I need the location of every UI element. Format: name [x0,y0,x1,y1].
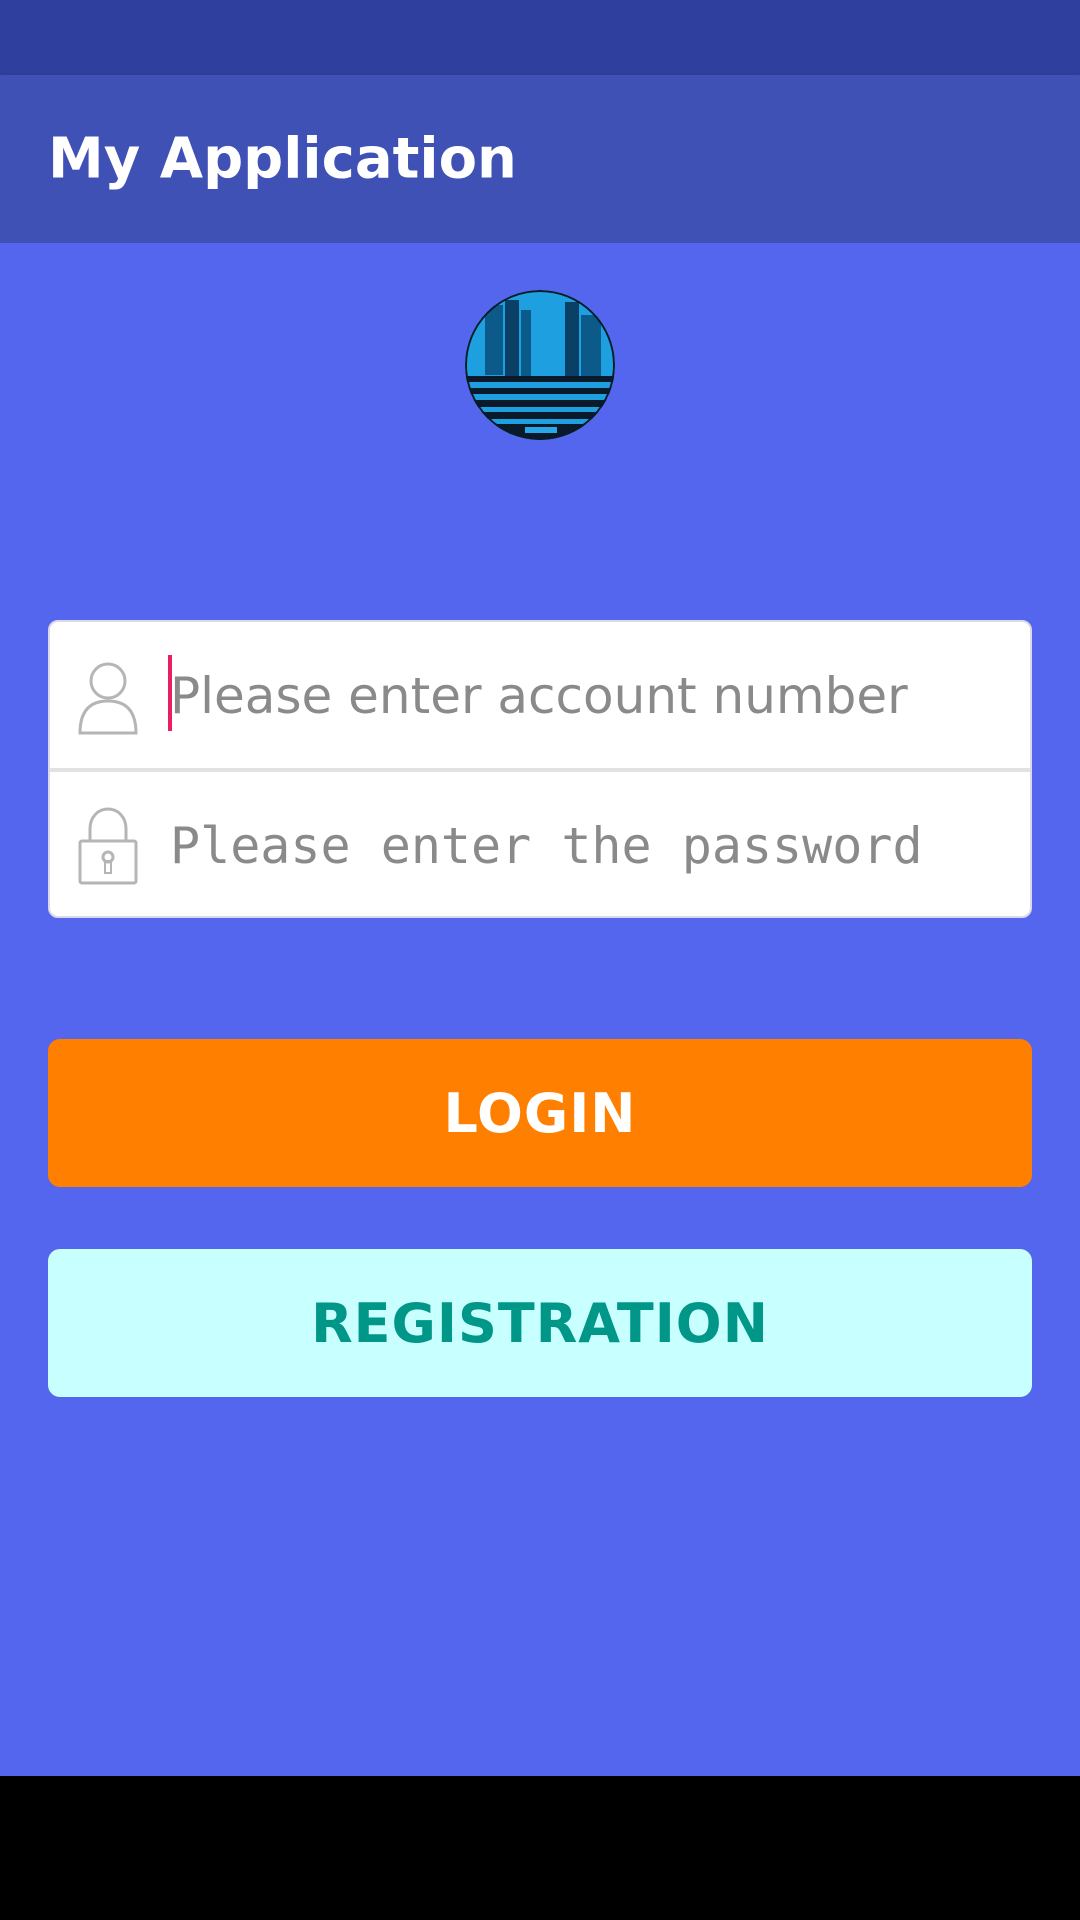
account-number-input[interactable] [170,648,1010,744]
logo-artwork [465,290,615,440]
app-title: My Application [48,126,517,192]
login-button[interactable]: LOGIN [48,1039,1032,1187]
login-form-card [48,620,1032,918]
account-row [50,622,1030,768]
registration-button[interactable]: REGISTRATION [48,1249,1032,1397]
user-icon [76,655,140,737]
text-cursor [168,655,172,731]
app-logo-image [465,290,615,440]
login-screen [0,243,1080,1776]
status-bar [0,0,1080,75]
password-row [50,772,1030,916]
app-bar: My Application [0,75,1080,243]
lock-icon [76,805,140,887]
password-input[interactable] [170,798,1010,894]
navigation-bar [0,1776,1080,1920]
